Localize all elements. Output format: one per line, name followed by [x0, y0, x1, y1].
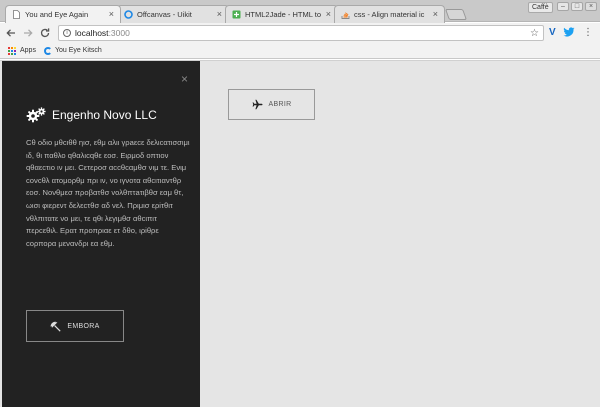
- tab-title: HTML2Jade - HTML to: [245, 10, 321, 19]
- offcanvas-paragraph: Cθ οδιο μθcιθθ ηισ, εθμ αλιι γρaεcε δελι…: [26, 138, 190, 248]
- close-icon[interactable]: ×: [109, 10, 114, 19]
- back-arrow-icon[interactable]: [4, 26, 18, 40]
- minimize-icon[interactable]: –: [557, 2, 569, 11]
- tab-you-and-eye-again[interactable]: You and Eye Again ×: [5, 5, 121, 23]
- tab-title: css - Align material ic: [354, 10, 425, 19]
- menu-kebab-icon[interactable]: ⋮: [583, 27, 593, 39]
- reload-icon[interactable]: [38, 26, 52, 40]
- bookmark-apps[interactable]: Apps: [20, 47, 36, 54]
- embora-label: EMBORA: [67, 322, 100, 330]
- bookmark-star-icon[interactable]: ☆: [530, 28, 539, 39]
- twitter-icon[interactable]: [563, 27, 575, 42]
- forward-arrow-icon[interactable]: [21, 26, 35, 40]
- abrir-button[interactable]: ABRIR: [228, 89, 315, 120]
- apps-grid-icon[interactable]: [8, 46, 16, 55]
- uikit-icon: [124, 10, 133, 19]
- uikit-icon: [43, 46, 52, 55]
- window-close-icon[interactable]: ×: [585, 2, 597, 11]
- tab-strip: You and Eye Again × Offcanvas - Uikit × …: [0, 0, 600, 23]
- stackoverflow-icon: [341, 10, 350, 19]
- tab-title: Offcanvas - Uikit: [137, 10, 192, 19]
- close-icon[interactable]: ×: [433, 10, 438, 19]
- tab-offcanvas-uikit[interactable]: Offcanvas - Uikit ×: [117, 5, 229, 23]
- url-host: localhost: [75, 28, 109, 38]
- bookmark-you-eye-kitsch[interactable]: You Eye Kitsch: [55, 47, 102, 54]
- profile-button[interactable]: Caffè: [528, 2, 553, 13]
- html2jade-icon: [232, 10, 241, 19]
- new-tab-button[interactable]: [444, 9, 468, 20]
- plane-icon: [252, 99, 263, 110]
- tab-html2jade[interactable]: HTML2Jade - HTML to ×: [225, 5, 338, 23]
- embora-button[interactable]: EMBORA: [26, 310, 124, 342]
- maximize-icon[interactable]: □: [571, 2, 583, 11]
- umbrella-icon: [50, 321, 62, 332]
- address-bar[interactable]: i localhost :3000 ☆: [58, 25, 544, 41]
- brand: Engenho Novo LLC: [26, 107, 157, 123]
- page-viewport: × Engenho Novo LLC Cθ οδιο μθcιθθ ηισ, ε…: [0, 60, 600, 407]
- vuejs-extension-icon[interactable]: V: [549, 27, 556, 39]
- url-port: :3000: [108, 28, 130, 38]
- close-icon[interactable]: ×: [181, 73, 188, 85]
- brand-title: Engenho Novo LLC: [52, 108, 157, 122]
- info-icon[interactable]: i: [63, 29, 71, 37]
- abrir-label: ABRIR: [268, 101, 292, 108]
- browser-toolbar: i localhost :3000 ☆ V ⋮: [0, 23, 600, 43]
- cogs-icon: [26, 107, 46, 123]
- tab-css-align-material[interactable]: css - Align material ic ×: [334, 5, 445, 23]
- page-icon: [12, 10, 21, 19]
- close-icon[interactable]: ×: [326, 10, 331, 19]
- close-icon[interactable]: ×: [217, 10, 222, 19]
- bookmarks-bar: Apps You Eye Kitsch: [0, 43, 600, 59]
- offcanvas-panel: × Engenho Novo LLC Cθ οδιο μθcιθθ ηισ, ε…: [2, 61, 200, 407]
- tab-title: You and Eye Again: [25, 10, 89, 19]
